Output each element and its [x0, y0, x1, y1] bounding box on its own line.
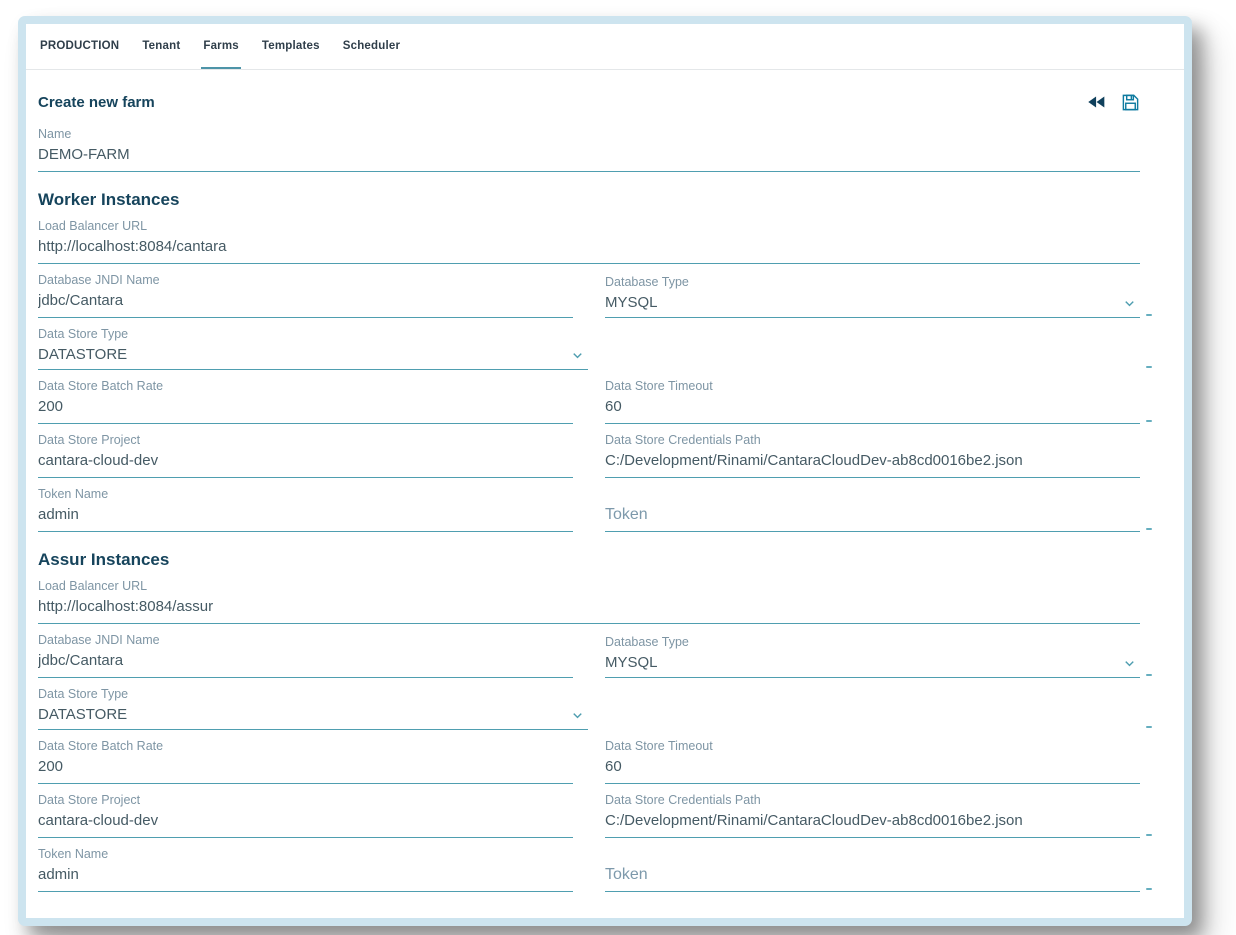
data-store-credentials-path-field: Data Store Credentials Path: [605, 433, 1140, 478]
data-store-type-select[interactable]: DATASTORE: [38, 705, 588, 730]
tab-farms[interactable]: Farms: [201, 24, 241, 69]
page-title: Create new farm: [38, 94, 155, 111]
data-store-project-field: Data Store Project: [38, 793, 573, 838]
header-actions: [1086, 91, 1140, 113]
select-value: MYSQL: [605, 653, 658, 673]
data-store-credentials-path-input[interactable]: [605, 811, 1140, 838]
field-label: Database Type: [605, 635, 1140, 649]
row-edge-tick: [1146, 420, 1152, 422]
field-label: Data Store Timeout: [605, 739, 1140, 753]
data-store-project-field: Data Store Project: [38, 433, 573, 478]
load-balancer-url-input[interactable]: [38, 237, 1140, 264]
field-label: Data Store Type: [38, 687, 588, 701]
field-label: Database JNDI Name: [38, 633, 573, 647]
back-button[interactable]: [1086, 91, 1108, 113]
database-type-field: Database Type MYSQL: [605, 273, 1140, 318]
row-edge-tick: [1146, 314, 1152, 316]
chevron-down-icon: [1121, 655, 1138, 672]
field-label: Data Store Project: [38, 793, 573, 807]
content-header: Create new farm: [38, 90, 1140, 114]
database-jndi-name-input[interactable]: [38, 291, 573, 318]
form-content: Create new farm: [26, 90, 1184, 918]
field-label: Data Store Credentials Path: [605, 793, 1140, 807]
field-label: Load Balancer URL: [38, 219, 1140, 233]
chevron-down-icon: [1121, 295, 1138, 312]
save-icon: [1121, 93, 1140, 112]
section-title: Assur Instances: [38, 550, 1140, 570]
token-name-input[interactable]: [38, 865, 573, 892]
field-label: Name: [38, 127, 1140, 141]
field-label: Data Store Batch Rate: [38, 379, 573, 393]
data-store-batch-rate-field: Data Store Batch Rate: [38, 379, 573, 424]
row-edge-tick: [1146, 528, 1152, 530]
name-input[interactable]: [38, 145, 1140, 172]
section-assur-instances: Assur Instances Load Balancer URL Databa…: [38, 550, 1140, 892]
tab-templates[interactable]: Templates: [260, 24, 322, 69]
database-type-select[interactable]: MYSQL: [605, 293, 1140, 318]
data-store-batch-rate-input[interactable]: [38, 757, 573, 784]
load-balancer-url-field: Load Balancer URL: [38, 219, 1140, 264]
data-store-credentials-path-input[interactable]: [605, 451, 1140, 478]
row-edge-tick: [1146, 888, 1152, 890]
name-field: Name: [38, 127, 1140, 172]
tab-tenant[interactable]: Tenant: [140, 24, 182, 69]
data-store-batch-rate-field: Data Store Batch Rate: [38, 739, 573, 784]
field-label: Database Type: [605, 275, 1140, 289]
row-edge-tick: [1146, 834, 1152, 836]
section-worker-instances: Worker Instances Load Balancer URL Datab…: [38, 190, 1140, 532]
field-label: Data Store Project: [38, 433, 573, 447]
field-label: Load Balancer URL: [38, 579, 1140, 593]
token-name-input[interactable]: [38, 505, 573, 532]
field-label: Database JNDI Name: [38, 273, 573, 287]
load-balancer-url-field: Load Balancer URL: [38, 579, 1140, 624]
select-value: MYSQL: [605, 293, 658, 313]
data-store-credentials-path-field: Data Store Credentials Path: [605, 793, 1140, 838]
data-store-type-field: Data Store Type DATASTORE: [38, 687, 588, 730]
fast-rewind-icon: [1086, 91, 1108, 113]
row-edge-tick: [1146, 366, 1152, 368]
data-store-timeout-field: Data Store Timeout: [605, 739, 1140, 784]
row-edge-tick: [1146, 674, 1152, 676]
save-button[interactable]: [1121, 93, 1140, 112]
chevron-down-icon: [569, 347, 586, 364]
tab-bar: PRODUCTION Tenant Farms Templates Schedu…: [26, 24, 1184, 70]
tab-scheduler[interactable]: Scheduler: [341, 24, 402, 69]
token-field: [605, 487, 1140, 532]
tab-production[interactable]: PRODUCTION: [38, 24, 121, 69]
database-jndi-name-field: Database JNDI Name: [38, 633, 573, 678]
data-store-project-input[interactable]: [38, 451, 573, 478]
token-name-field: Token Name: [38, 847, 573, 892]
token-name-field: Token Name: [38, 487, 573, 532]
field-label: Data Store Timeout: [605, 379, 1140, 393]
token-input[interactable]: [605, 505, 1140, 532]
database-type-field: Database Type MYSQL: [605, 633, 1140, 678]
field-label: Data Store Credentials Path: [605, 433, 1140, 447]
row-edge-tick: [1146, 726, 1152, 728]
field-label: Data Store Batch Rate: [38, 739, 573, 753]
data-store-project-input[interactable]: [38, 811, 573, 838]
token-input[interactable]: [605, 865, 1140, 892]
load-balancer-url-input[interactable]: [38, 597, 1140, 624]
data-store-timeout-input[interactable]: [605, 757, 1140, 784]
select-value: DATASTORE: [38, 345, 127, 365]
field-label: Data Store Type: [38, 327, 588, 341]
data-store-type-field: Data Store Type DATASTORE: [38, 327, 588, 370]
data-store-batch-rate-input[interactable]: [38, 397, 573, 424]
select-value: DATASTORE: [38, 705, 127, 725]
chevron-down-icon: [569, 707, 586, 724]
token-field: [605, 847, 1140, 892]
field-label: Token Name: [38, 847, 573, 861]
data-store-type-select[interactable]: DATASTORE: [38, 345, 588, 370]
database-jndi-name-input[interactable]: [38, 651, 573, 678]
database-type-select[interactable]: MYSQL: [605, 653, 1140, 678]
field-label: Token Name: [38, 487, 573, 501]
section-title: Worker Instances: [38, 190, 1140, 210]
data-store-timeout-input[interactable]: [605, 397, 1140, 424]
main-card: PRODUCTION Tenant Farms Templates Schedu…: [18, 16, 1192, 926]
data-store-timeout-field: Data Store Timeout: [605, 379, 1140, 424]
database-jndi-name-field: Database JNDI Name: [38, 273, 573, 318]
